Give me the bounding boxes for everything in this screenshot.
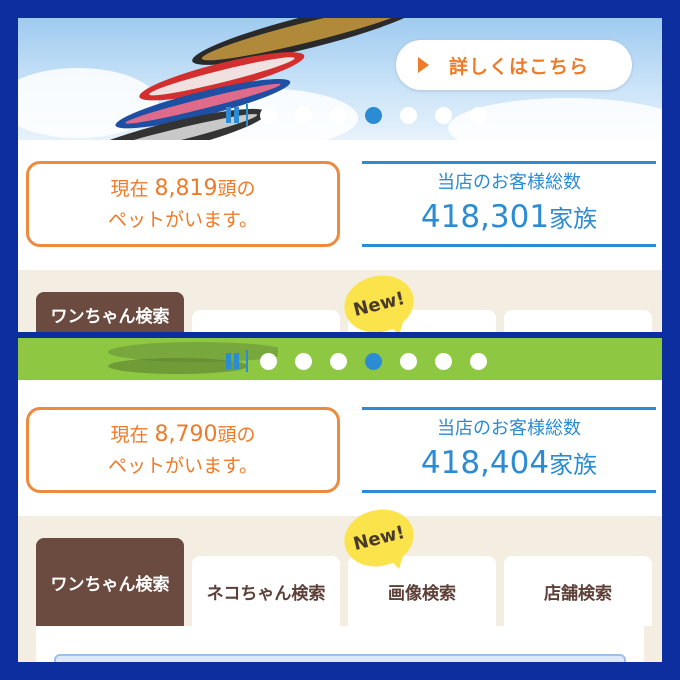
new-badge-label: New! [351, 287, 407, 321]
customer-total-title: 当店のお客様総数 [437, 418, 581, 439]
carousel-dot[interactable] [260, 352, 277, 370]
tab-label: ネコちゃん検索 [206, 583, 326, 604]
customer-total-title: 当店のお客様総数 [437, 172, 581, 193]
carousel-dot[interactable] [260, 106, 277, 124]
pet-count-line2: ペットがいます。 [107, 208, 259, 231]
tab-label: ワンちゃん検索 [50, 575, 170, 595]
carousel-dot-active[interactable] [365, 106, 382, 124]
carousel-dot[interactable] [470, 352, 487, 370]
customer-total-value-row: 418,301家族 [421, 196, 597, 238]
screenshot-bottom: 現在 8,790頭の ペットがいます。 当店のお客様総数 418,404家族 ワ… [18, 338, 662, 662]
hero-banner-bottom[interactable] [18, 338, 662, 380]
tab-label: 画像検索 [388, 583, 456, 604]
screenshot-top: 詳しくはこちら 現在 8,819頭の ペットがいます。 当店のお客様総数 418… [18, 18, 662, 332]
carousel-dots [226, 104, 505, 126]
carousel-dot[interactable] [295, 106, 312, 124]
pet-count-line1: 現在 8,790頭の [110, 419, 255, 451]
pet-count-box: 現在 8,790頭の ペットがいます。 [26, 407, 340, 493]
customer-total-value: 418,301 [420, 199, 550, 235]
pet-count-line2: ペットがいます。 [107, 454, 259, 477]
pet-suffix: 頭の [217, 423, 256, 446]
tab-label: 店舗検索 [544, 583, 612, 604]
carousel-dot[interactable] [330, 106, 347, 124]
pet-suffix: 頭の [217, 177, 256, 200]
tab-dog-search[interactable]: ワンちゃん検索 [36, 538, 184, 626]
carousel-dot[interactable] [400, 352, 417, 370]
tab-dog-search[interactable]: ワンちゃん検索 [36, 292, 184, 332]
pet-count: 8,790 [154, 421, 218, 447]
customer-total-unit: 家族 [549, 451, 598, 479]
carousel-dot[interactable] [295, 352, 312, 370]
customer-total-box: 当店のお客様総数 418,301家族 [362, 161, 656, 247]
tab-cat-search[interactable] [192, 310, 340, 332]
tab-store-search[interactable] [504, 310, 652, 332]
carousel-dot[interactable] [330, 352, 347, 370]
tab-label: ワンちゃん検索 [50, 307, 170, 327]
tab-cat-search[interactable]: ネコちゃん検索 [192, 556, 340, 626]
detail-button[interactable]: 詳しくはこちら [396, 40, 632, 90]
carousel-dot[interactable] [435, 106, 452, 124]
hero-banner[interactable]: 詳しくはこちら [18, 18, 662, 140]
customer-total-value: 418,404 [420, 445, 550, 481]
search-tabs-area: ワンちゃん検索 ネコちゃん検索 画像検索 店舗検索 New! [18, 502, 662, 662]
pet-count-box: 現在 8,819頭の ペットがいます。 [26, 161, 340, 247]
pet-prefix: 現在 [110, 177, 149, 200]
carousel-dot[interactable] [435, 352, 452, 370]
tab-store-search[interactable]: 店舗検索 [504, 556, 652, 626]
carousel-dots [226, 350, 505, 372]
search-tabs-area: ワンちゃん検索 New! [18, 268, 662, 332]
carousel-dot[interactable] [400, 106, 417, 124]
search-field[interactable] [54, 654, 626, 662]
pet-count: 8,819 [154, 175, 218, 201]
tab-content-panel [36, 626, 644, 662]
pause-icon[interactable] [226, 104, 248, 126]
play-arrow-icon [418, 57, 429, 73]
pet-count-line1: 現在 8,819頭の [110, 173, 255, 205]
tab-image-search[interactable]: 画像検索 [348, 556, 496, 626]
customer-total-box: 当店のお客様総数 418,404家族 [362, 407, 656, 493]
detail-button-label: 詳しくはこちら [449, 55, 590, 78]
pause-icon[interactable] [226, 350, 248, 372]
customer-total-value-row: 418,404家族 [421, 442, 597, 484]
customer-total-unit: 家族 [549, 205, 598, 233]
carousel-dot[interactable] [470, 106, 487, 124]
pet-prefix: 現在 [110, 423, 149, 446]
new-badge-label: New! [351, 521, 407, 555]
carousel-dot-active[interactable] [365, 352, 382, 370]
